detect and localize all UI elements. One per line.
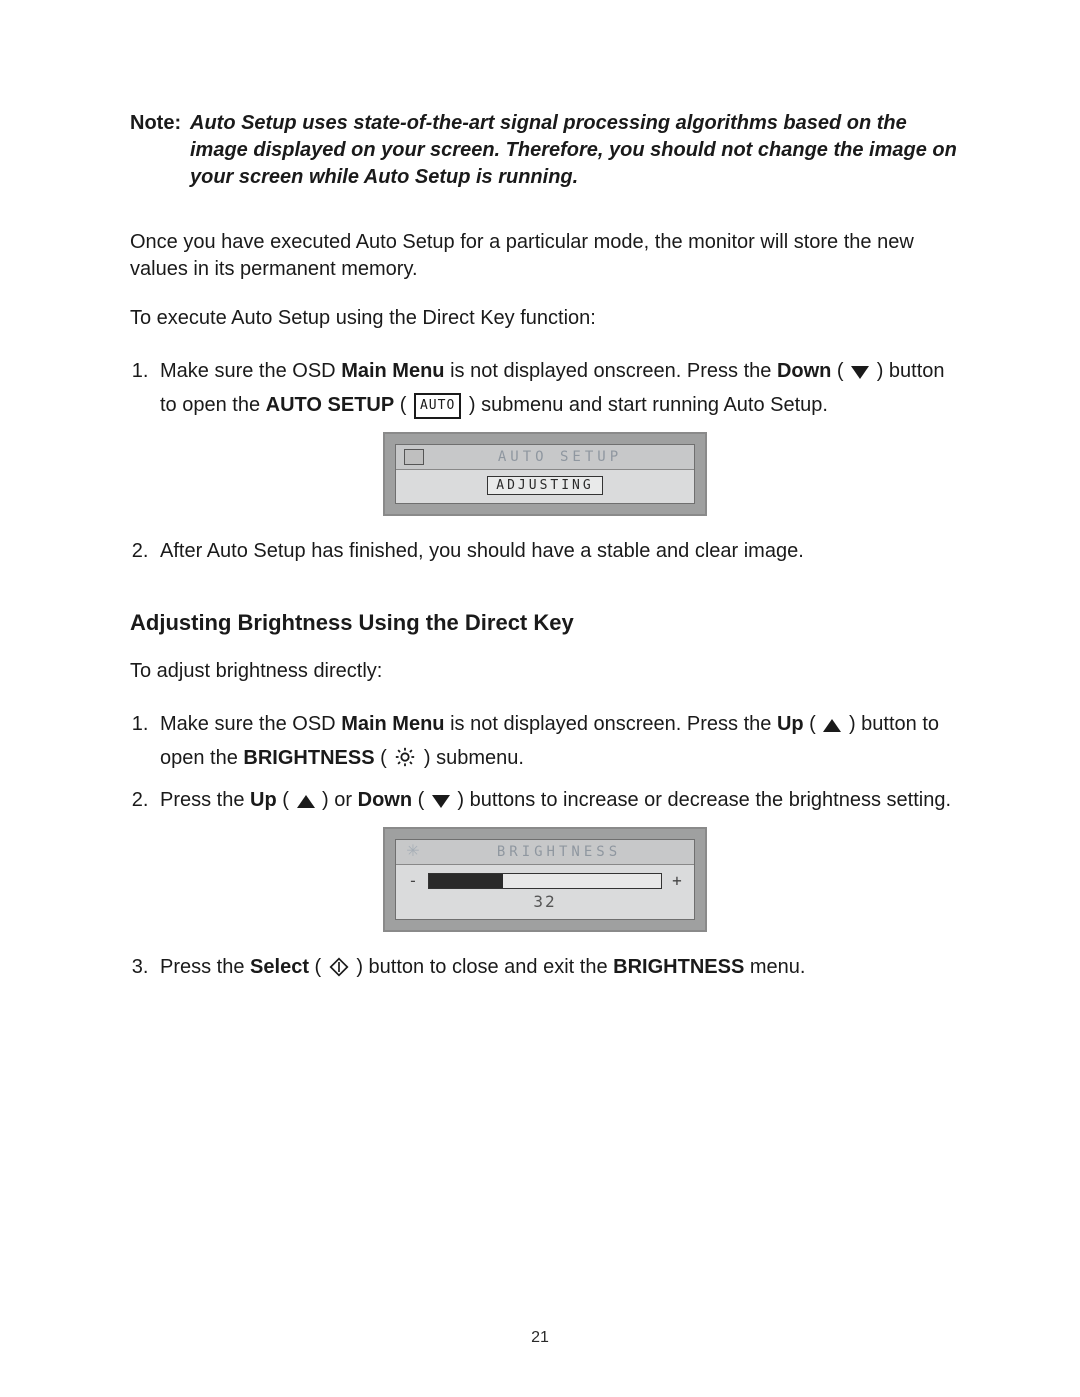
up-label: Up	[777, 713, 804, 735]
note-block: Note: Auto Setup uses state-of-the-art s…	[130, 110, 960, 191]
step-2: After Auto Setup has finished, you shoul…	[154, 534, 960, 568]
osd-plus: +	[670, 871, 684, 890]
up-triangle-icon	[823, 719, 841, 732]
brightness-label: BRIGHTNESS	[243, 747, 374, 769]
page-number: 21	[0, 1329, 1080, 1347]
down-triangle-icon	[851, 366, 869, 379]
osd-brightness-title: BRIGHTNESS	[432, 844, 686, 860]
main-menu-label-2: Main Menu	[341, 713, 444, 735]
up-triangle-icon-2	[297, 795, 315, 808]
section-heading: Adjusting Brightness Using the Direct Ke…	[130, 610, 960, 636]
auto-setup-steps-cont: After Auto Setup has finished, you shoul…	[130, 534, 960, 568]
auto-setup-steps: Make sure the OSD Main Menu is not displ…	[130, 354, 960, 422]
exec-line: To execute Auto Setup using the Direct K…	[130, 305, 960, 332]
bstep-1: Make sure the OSD Main Menu is not displ…	[154, 707, 960, 775]
main-menu-label: Main Menu	[341, 360, 444, 382]
down-triangle-icon-2	[432, 795, 450, 808]
note-label: Note:	[130, 112, 181, 134]
bstep-3: Press the Select ( ) button to close and…	[154, 950, 960, 984]
osd-brightness-icon: ✳	[404, 845, 422, 859]
osd-minus: -	[406, 871, 420, 890]
osd-auto-icon	[404, 449, 424, 465]
brightness-steps: Make sure the OSD Main Menu is not displ…	[130, 707, 960, 817]
note-text: Auto Setup uses state-of-the-art signal …	[190, 112, 957, 188]
manual-page: Note: Auto Setup uses state-of-the-art s…	[0, 0, 1080, 1397]
step-1: Make sure the OSD Main Menu is not displ…	[154, 354, 960, 422]
brightness-steps-cont: Press the Select ( ) button to close and…	[130, 950, 960, 984]
up-label-2: Up	[250, 789, 277, 811]
bstep-2: Press the Up ( ) or Down ( ) buttons to …	[154, 783, 960, 817]
down-label-2: Down	[358, 789, 412, 811]
brightness-sun-icon	[394, 746, 416, 768]
adjust-line: To adjust brightness directly:	[130, 658, 960, 685]
osd-auto-status: ADJUSTING	[487, 476, 602, 495]
brightness-label-2: BRIGHTNESS	[613, 956, 744, 978]
osd-auto-setup-figure: AUTO SETUP ADJUSTING	[130, 432, 960, 516]
osd-brightness-slider: - +	[406, 871, 684, 890]
auto-setup-label: AUTO SETUP	[266, 394, 395, 416]
osd-slider-fill	[429, 874, 503, 888]
down-label: Down	[777, 360, 831, 382]
select-label: Select	[250, 956, 309, 978]
intro-paragraph: Once you have executed Auto Setup for a …	[130, 229, 960, 283]
auto-chip-icon: AUTO	[414, 393, 461, 419]
osd-brightness-figure: ✳ BRIGHTNESS - + 32	[130, 827, 960, 932]
select-diamond-icon	[329, 957, 349, 977]
osd-auto-title: AUTO SETUP	[434, 449, 686, 465]
osd-brightness-value: 32	[406, 892, 684, 911]
